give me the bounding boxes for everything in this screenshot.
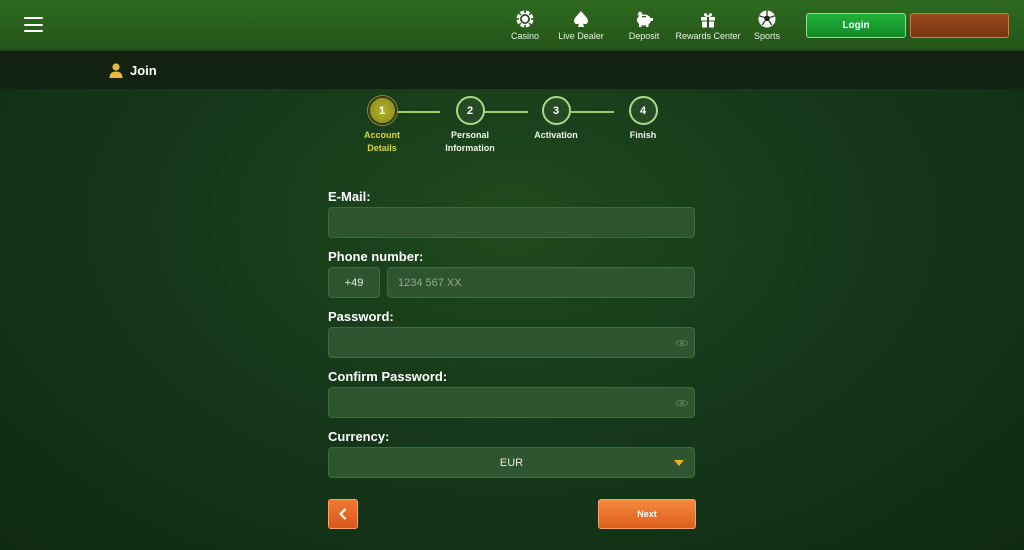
phone-number-field[interactable] [387,267,695,298]
nav-label-sports: Sports [753,31,780,41]
password-field[interactable] [328,327,695,358]
show-confirm-password-icon[interactable] [675,398,689,408]
main-nav: Casino Live Dealer Deposit Rewards Cente… [505,9,787,45]
password-label: Password: [328,309,394,324]
nav-label-rewards-center: Rewards Center [675,31,741,41]
casino-chip-icon [516,10,534,28]
step-1-label-line1: Account [364,130,400,140]
step-2-circle[interactable]: 2 [455,96,485,125]
phone-prefix-select[interactable]: +49 [328,267,380,298]
registration-stepper: 1 Account Details 2 Personal Information… [330,96,700,166]
step-4-label: Finish [598,129,688,142]
register-button[interactable] [910,13,1009,38]
step-4-circle[interactable]: 4 [628,96,658,125]
top-header: Casino Live Dealer Deposit Rewards Cente… [0,0,1024,51]
menu-icon[interactable] [24,17,43,32]
step-3-circle[interactable]: 3 [541,96,571,125]
nav-label-casino: Casino [510,31,539,41]
nav-item-deposit[interactable]: Deposit [624,9,664,45]
email-label: E-Mail: [328,189,371,204]
login-button[interactable]: Login [806,13,906,38]
step-1-label-line2: Details [367,143,397,153]
user-icon [109,63,123,78]
step-2-label: Personal Information [425,129,515,155]
step-4-label-line1: Finish [629,130,657,140]
next-button[interactable]: Next [598,499,696,529]
step-1-label: Account Details [337,129,427,155]
nav-item-sports[interactable]: Sports [747,9,787,45]
page-title: Join [130,63,157,78]
page-title-bar: Join [0,51,1024,89]
step-2-label-line2: Information [445,143,495,153]
spade-icon [574,11,588,27]
step-3-label: Activation [511,129,601,142]
nav-item-rewards-center[interactable]: Rewards Center [675,9,741,45]
phone-label: Phone number: [328,249,424,264]
nav-item-casino[interactable]: Casino [505,9,545,45]
currency-selected-value: EUR [499,456,524,469]
piggy-bank-icon [637,11,653,27]
step-3-label-line1: Activation [534,130,578,140]
step-4: 4 Finish [598,96,688,142]
email-field[interactable] [328,207,695,238]
back-button[interactable] [328,499,358,529]
confirm-password-label: Confirm Password: [328,369,448,384]
step-2-label-line1: Personal [450,130,490,140]
chevron-down-icon [674,460,684,466]
step-2: 2 Personal Information [425,96,515,155]
nav-label-deposit: Deposit [628,31,660,41]
nav-label-live-dealer: Live Dealer [558,31,604,41]
currency-select[interactable]: EUR [328,447,695,478]
chevron-left-icon [339,508,347,520]
show-password-icon[interactable] [675,338,689,348]
confirm-password-field[interactable] [328,387,695,418]
step-1: 1 Account Details [337,96,427,155]
nav-item-live-dealer[interactable]: Live Dealer [552,9,610,45]
step-1-circle[interactable]: 1 [367,96,397,125]
step-3: 3 Activation [511,96,601,142]
gift-icon [701,13,715,28]
currency-label: Currency: [328,429,390,444]
soccer-ball-icon [758,10,776,28]
